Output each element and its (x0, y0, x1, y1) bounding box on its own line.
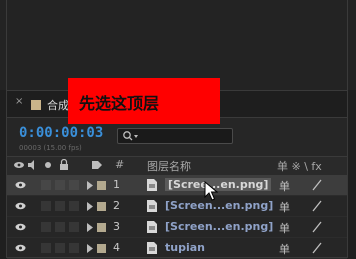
visibility-eye-icon[interactable] (15, 181, 26, 189)
quality-slash-icon[interactable] (311, 221, 323, 233)
expand-triangle-icon[interactable] (87, 244, 93, 253)
expand-triangle-icon[interactable] (87, 181, 93, 190)
switches-column-header: 单 ※ \ fx (277, 160, 322, 173)
shy-switch-icon[interactable]: 单 (279, 199, 290, 215)
lock-toggle[interactable] (69, 201, 79, 211)
visibility-eye-icon[interactable] (15, 244, 26, 252)
audio-toggle[interactable] (41, 201, 51, 211)
lock-toggle[interactable] (69, 180, 79, 190)
frame-rate-display: 00003 (15.00 fps) (19, 144, 82, 152)
lock-icon[interactable] (59, 159, 69, 171)
layer-name[interactable]: [Screen...en.png] (165, 220, 273, 233)
layer-number: 3 (113, 220, 120, 233)
solo-dot-icon[interactable] (43, 159, 53, 171)
label-color-swatch[interactable] (97, 181, 106, 190)
expand-triangle-icon[interactable] (87, 202, 93, 211)
current-time-display[interactable]: 0:00:00:03 (19, 125, 103, 141)
shy-switch-icon[interactable]: 单 (279, 241, 290, 257)
quality-slash-icon[interactable] (311, 179, 323, 191)
number-column-header: # (115, 158, 125, 171)
search-icon (123, 131, 138, 141)
solo-toggle[interactable] (55, 201, 65, 211)
layer-name[interactable]: tupian (165, 241, 205, 254)
quality-slash-icon[interactable] (311, 242, 323, 254)
quality-slash-icon[interactable] (311, 200, 323, 212)
audio-toggle[interactable] (41, 222, 51, 232)
expand-triangle-icon[interactable] (87, 223, 93, 232)
layer-name-column-header[interactable]: 图层名称 (147, 158, 191, 174)
lock-toggle[interactable] (69, 243, 79, 253)
image-file-icon (147, 179, 157, 191)
layer-number: 2 (113, 199, 120, 212)
layer-name[interactable]: [Screen...en.png] (165, 199, 273, 212)
solo-toggle[interactable] (55, 243, 65, 253)
label-color-swatch[interactable] (97, 202, 106, 211)
viewer-frame (6, 0, 348, 90)
audio-speaker-icon[interactable] (27, 159, 39, 171)
layer-name[interactable]: [Scree...en.png] (165, 178, 272, 191)
layer-list: 1 [Scree...en.png] 单 2 [Screen...en.png]… (7, 175, 347, 259)
annotation-text: 先选这顶层 (79, 94, 160, 113)
label-color-swatch[interactable] (97, 244, 106, 253)
lock-toggle[interactable] (69, 222, 79, 232)
shy-switch-icon[interactable]: 单 (279, 178, 290, 194)
shy-switch-icon[interactable]: 单 (279, 220, 290, 236)
layer-row[interactable]: 1 [Scree...en.png] 单 (7, 175, 347, 196)
layer-row[interactable]: 4 tupian 单 (7, 238, 347, 259)
mouse-cursor-icon (204, 181, 218, 201)
label-tag-icon[interactable] (91, 159, 103, 171)
layer-column-header: # 图层名称 单 ※ \ fx (7, 156, 347, 176)
solo-toggle[interactable] (55, 180, 65, 190)
audio-toggle[interactable] (41, 180, 51, 190)
annotation-banner: 先选这顶层 (68, 78, 220, 124)
solo-toggle[interactable] (55, 222, 65, 232)
audio-toggle[interactable] (41, 243, 51, 253)
image-file-icon (147, 221, 157, 233)
image-file-icon (147, 200, 157, 212)
layer-search-input[interactable] (117, 128, 233, 144)
label-color-swatch[interactable] (97, 223, 106, 232)
layer-row[interactable]: 3 [Screen...en.png] 单 (7, 217, 347, 238)
layer-number: 1 (113, 178, 120, 191)
image-file-icon (147, 242, 157, 254)
layer-row[interactable]: 2 [Screen...en.png] 单 (7, 196, 347, 217)
visibility-eye-icon[interactable] (15, 202, 26, 210)
video-eye-icon[interactable] (13, 159, 25, 171)
layer-number: 4 (113, 241, 120, 254)
composition-color-swatch (31, 100, 41, 110)
close-tab-icon[interactable]: × (15, 96, 23, 107)
visibility-eye-icon[interactable] (15, 223, 26, 231)
